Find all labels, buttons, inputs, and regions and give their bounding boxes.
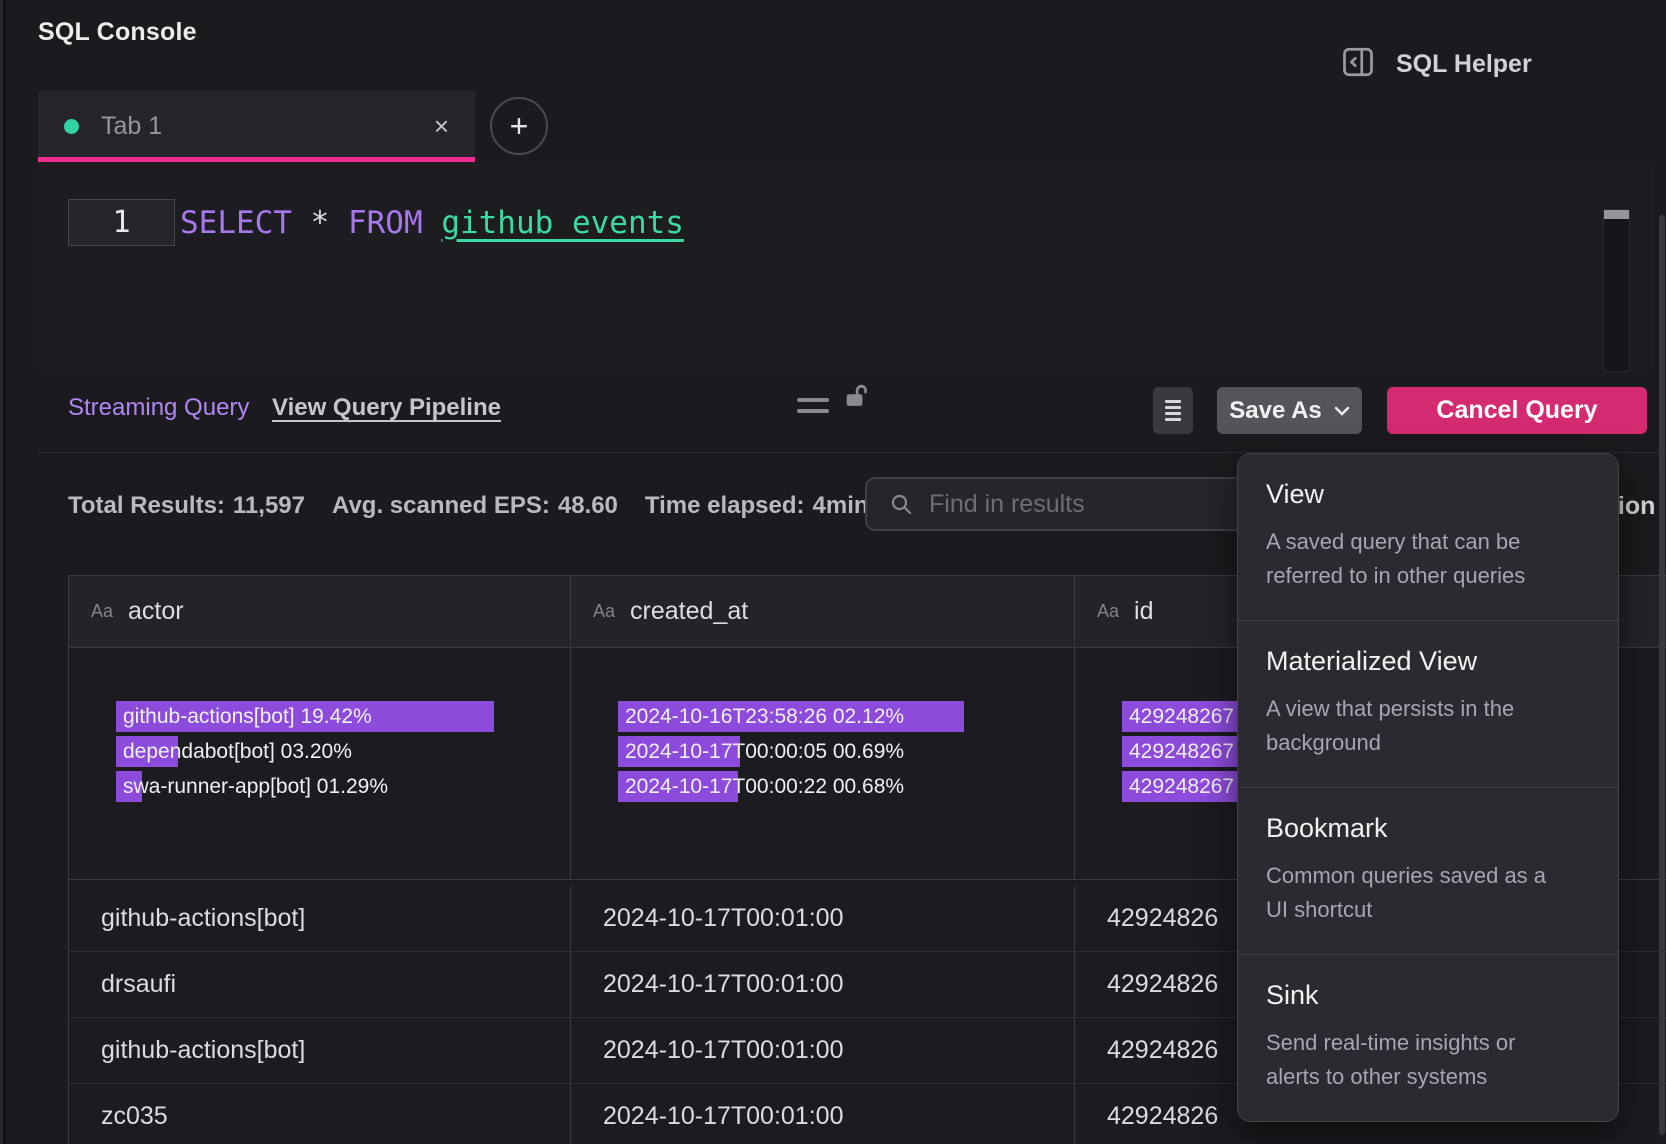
result-options-button[interactable] [1153,387,1193,434]
time-elapsed-stat: Time elapsed:4min [645,492,869,520]
sql-editor[interactable]: 1 SELECT * FROM github_events [38,163,1654,371]
total-results-stat: Total Results:11,597 [68,492,305,520]
avg-eps-stat: Avg. scanned EPS:48.60 [332,492,618,520]
save-as-button[interactable]: Save As [1217,387,1362,434]
page-title: SQL Console [38,18,197,47]
sql-helper-button[interactable]: SQL Helper [1340,44,1532,85]
cell-actor: zc035 [69,1084,571,1144]
add-tab-button[interactable]: + [490,97,548,155]
histogram-entry: 2024-10-17T00:00:05 00.69% [618,736,1074,767]
histogram-cell-created-at: 2024-10-16T23:58:26 02.12% 2024-10-17T00… [571,648,1075,879]
close-tab-icon[interactable]: × [434,113,449,139]
panel-collapse-icon [1340,44,1376,85]
histogram-entry: 2024-10-16T23:58:26 02.12% [618,701,1074,732]
cell-created-at: 2024-10-17T00:01:00 [571,886,1075,951]
cell-actor: github-actions[bot] [69,1018,571,1083]
menu-item-bookmark[interactable]: Bookmark Common queries saved as a UI sh… [1238,788,1618,955]
tab-status-dot-icon [64,119,79,134]
histogram-entry: dependabot[bot] 03.20% [116,736,570,767]
plus-icon: + [510,108,529,145]
view-query-pipeline-link[interactable]: View Query Pipeline [272,394,501,422]
histogram-entry: github-actions[bot] 19.42% [116,701,570,732]
save-as-menu: View A saved query that can be referred … [1237,453,1619,1122]
sql-table-link[interactable]: github_events [441,205,684,241]
cell-actor: github-actions[bot] [69,886,571,951]
column-header-created-at[interactable]: Aa created_at [571,576,1075,647]
sql-helper-label: SQL Helper [1396,50,1532,79]
filter-lines-icon [1165,400,1181,403]
string-type-icon: Aa [1097,601,1119,622]
menu-item-sink[interactable]: Sink Send real-time insights or alerts t… [1238,955,1618,1121]
query-stats: Total Results:11,597 Avg. scanned EPS:48… [68,492,869,520]
find-in-results-box[interactable] [865,477,1263,531]
cancel-query-button[interactable]: Cancel Query [1387,387,1647,434]
editor-scrollbar-thumb[interactable] [1604,210,1629,219]
chevron-down-icon [1334,406,1350,416]
column-header-actor[interactable]: Aa actor [69,576,571,647]
cell-created-at: 2024-10-17T00:01:00 [571,1084,1075,1144]
histogram-entry: swa-runner-app[bot] 01.29% [116,771,570,802]
search-input[interactable] [929,490,1251,519]
string-type-icon: Aa [91,601,113,622]
page-scrollbar-thumb[interactable] [1659,215,1665,1135]
equals-icon [797,398,829,420]
save-as-label: Save As [1229,397,1322,425]
string-type-icon: Aa [593,601,615,622]
sql-console-screen: SQL Console SQL Helper Tab 1 × + 1 SELEC… [0,0,1666,1144]
search-icon [889,492,913,516]
tab-1[interactable]: Tab 1 × [38,91,475,161]
cell-created-at: 2024-10-17T00:01:00 [571,952,1075,1017]
cell-created-at: 2024-10-17T00:01:00 [571,1018,1075,1083]
menu-item-materialized-view[interactable]: Materialized View A view that persists i… [1238,621,1618,788]
active-tab-indicator [38,157,475,162]
lock-open-icon[interactable] [842,382,870,415]
cancel-query-label: Cancel Query [1436,396,1597,425]
histogram-cell-actor: github-actions[bot] 19.42% dependabot[bo… [69,648,571,879]
cell-actor: drsaufi [69,952,571,1017]
menu-item-view[interactable]: View A saved query that can be referred … [1238,454,1618,621]
sql-keyword-from: FROM [348,205,441,241]
tab-label: Tab 1 [101,112,434,141]
current-line-gutter: 1 [68,199,175,246]
sql-code-line[interactable]: SELECT * FROM github_events [180,199,684,246]
streaming-query-link[interactable]: Streaming Query [68,394,249,422]
sql-keyword-select: SELECT [180,205,292,241]
histogram-entry: 2024-10-17T00:00:22 00.68% [618,771,1074,802]
editor-scrollbar-track[interactable] [1603,209,1630,372]
sql-star-operator: * [292,205,348,241]
line-number: 1 [112,205,130,240]
left-panel-edge [0,0,6,1144]
